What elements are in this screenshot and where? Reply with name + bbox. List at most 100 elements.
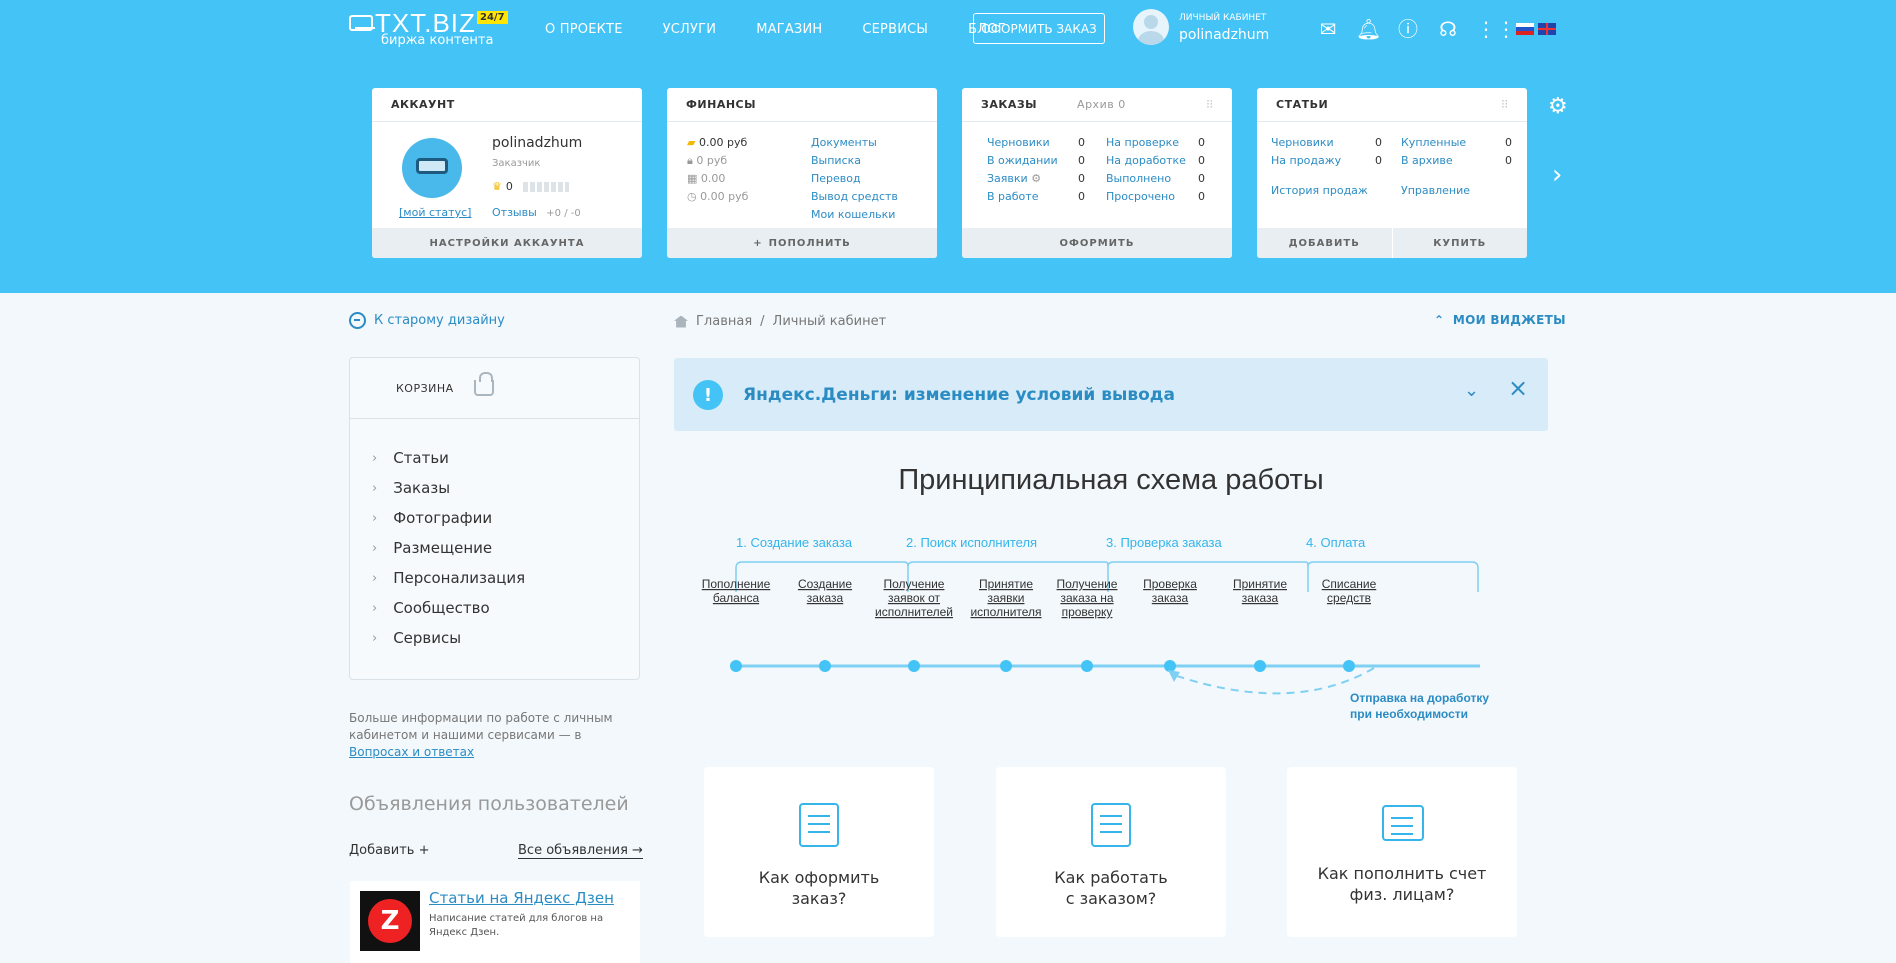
articles-for-sale[interactable]: На продажу: [1271, 152, 1341, 170]
timeline-dot: [1254, 660, 1266, 672]
flag-ru-icon[interactable]: [1516, 23, 1534, 35]
help-card-topup[interactable]: Как пополнить счет физ. лицам?: [1287, 767, 1517, 937]
top-up-button[interactable]: + ПОПОЛНИТЬ: [667, 228, 937, 258]
step-label[interactable]: Получение заявок от исполнителей: [875, 577, 953, 619]
statement-link[interactable]: Выписка: [811, 152, 898, 170]
sales-history-link[interactable]: История продаж: [1271, 184, 1368, 197]
create-order-button[interactable]: ОФОРМИТЬ: [962, 228, 1232, 258]
help-card-order[interactable]: Как оформить заказ?: [704, 767, 934, 937]
timeline-dot: [1081, 660, 1093, 672]
orders-done[interactable]: Выполнено: [1106, 170, 1186, 188]
logo[interactable]: TXT.BIZ 24/7 биржа контента: [349, 8, 509, 50]
step-label[interactable]: Создание заказа: [798, 577, 852, 605]
step-label[interactable]: Принятие заявки исполнителя: [970, 577, 1041, 619]
withdraw-link[interactable]: Вывод средств: [811, 188, 898, 206]
card-header: ЗАКАЗЫ Архив 0 ⫶⫶: [962, 88, 1232, 122]
articles-right: Купленные В архиве: [1401, 134, 1466, 170]
step-label[interactable]: Принятие заказа: [1233, 577, 1287, 605]
sidebar-item-placement[interactable]: › Размещение: [350, 533, 639, 563]
close-icon[interactable]: ×: [1508, 374, 1528, 402]
help-card-work[interactable]: Как работать с заказом?: [996, 767, 1226, 937]
nav-services[interactable]: УСЛУГИ: [663, 22, 717, 37]
manage-link[interactable]: Управление: [1401, 184, 1470, 197]
articles-card: СТАТЬИ ⫶⫶ Черновики На продажу 0 0 Купле…: [1257, 88, 1527, 258]
all-ads-link[interactable]: Все объявления →: [518, 843, 643, 859]
lock-icon: 🔒︎: [687, 154, 693, 167]
my-widgets-toggle[interactable]: ⌃ МОИ ВИДЖЕТЫ: [1434, 313, 1566, 327]
flag-en-icon[interactable]: [1538, 23, 1556, 35]
old-design-link[interactable]: К старому дизайну: [349, 312, 505, 329]
sidebar-menu: КОРЗИНА › Статьи › Заказы › Фотографии › Раз…: [349, 357, 640, 680]
my-status-link[interactable]: [мой статус]: [399, 206, 471, 219]
workflow-schema: 1. Создание заказа 2. Поиск исполнителя …: [702, 535, 1490, 721]
transfer-link[interactable]: Перевод: [811, 170, 898, 188]
step-label[interactable]: Получение заказа на проверку: [1057, 577, 1118, 619]
orders-in-work[interactable]: В работе: [987, 188, 1058, 206]
help-icon[interactable]: ⓘ: [1396, 18, 1420, 40]
logo-tagline: биржа контента: [381, 33, 494, 48]
mail-icon[interactable]: ✉: [1316, 18, 1340, 40]
wallets-link[interactable]: Мои кошельки: [811, 206, 898, 224]
sidebar-item-articles[interactable]: › Статьи: [350, 443, 639, 473]
sliders-icon[interactable]: ⫶⫶: [1502, 98, 1509, 112]
nav-about[interactable]: О ПРОЕКТЕ: [545, 22, 623, 37]
balance-list: ▰ 0.00 руб 🔒︎ 0 руб ▦ 0.00 ◷ 0.00 руб: [687, 136, 749, 203]
widget-settings-gear-icon[interactable]: ⚙: [1548, 96, 1568, 118]
articles-bought[interactable]: Купленные: [1401, 134, 1466, 152]
headset-icon[interactable]: ☊: [1436, 18, 1460, 40]
add-ad-link[interactable]: Добавить +: [349, 843, 429, 858]
articles-drafts[interactable]: Черновики: [1271, 134, 1341, 152]
orders-right: На проверке На доработке Выполнено Проср…: [1106, 134, 1186, 206]
return-note: при необходимости: [1350, 707, 1468, 721]
orders-drafts[interactable]: Черновики: [987, 134, 1058, 152]
user-menu[interactable]: ЛИЧНЫЙ КАБИНЕТ polinadzhum: [1133, 9, 1313, 49]
orders-archive-link[interactable]: Архив 0: [1077, 98, 1126, 111]
articles-archive[interactable]: В архиве: [1401, 152, 1466, 170]
sidebar-item-orders[interactable]: › Заказы: [350, 473, 639, 503]
orders-revision[interactable]: На доработке: [1106, 152, 1186, 170]
sidebar-item-services[interactable]: › Сервисы: [350, 623, 639, 653]
chevron-right-icon: ›: [372, 570, 378, 586]
step-label[interactable]: Пополнение баланса: [702, 577, 771, 605]
account-settings-button[interactable]: НАСТРОЙКИ АККАУНТА: [372, 228, 642, 258]
sidebar-item-personalization[interactable]: › Персонализация: [350, 563, 639, 593]
reviews[interactable]: Отзывы +0 / -0: [492, 206, 581, 219]
place-order-button[interactable]: ОФОРМИТЬ ЗАКАЗ: [973, 13, 1105, 44]
stage-label: 2. Поиск исполнителя: [906, 535, 1037, 550]
apps-grid-icon[interactable]: ⋮⋮: [1476, 18, 1516, 40]
nav-shop[interactable]: МАГАЗИН: [756, 22, 822, 37]
breadcrumb-home[interactable]: Главная: [696, 314, 752, 329]
notice-title[interactable]: Яндекс.Деньги: изменение условий вывода: [743, 385, 1175, 405]
orders-overdue[interactable]: Просрочено: [1106, 188, 1186, 206]
card-title: СТАТЬИ: [1276, 98, 1329, 111]
nav-tools[interactable]: СЕРВИСЫ: [862, 22, 928, 37]
chevron-down-icon[interactable]: ⌄: [1464, 380, 1479, 401]
step-label[interactable]: Проверка заказа: [1143, 577, 1197, 605]
faq-link[interactable]: Вопросах и ответах: [349, 745, 474, 759]
orders-left: Черновики В ожидании Заявки ⚙ В работе: [987, 134, 1058, 206]
ad-title-link[interactable]: Статьи на Яндекс Дзен: [429, 889, 614, 907]
add-article-button[interactable]: ДОБАВИТЬ: [1257, 228, 1392, 258]
sidebar-item-photos[interactable]: › Фотографии: [350, 503, 639, 533]
ad-item: Z Статьи на Яндекс Дзен Написание статей…: [350, 881, 640, 963]
bell-icon[interactable]: 🔔︎: [1356, 18, 1381, 40]
finance-links: Документы Выписка Перевод Вывод средств …: [811, 134, 898, 224]
stage-label: 1. Создание заказа: [736, 535, 853, 550]
articles-footer: ДОБАВИТЬ КУПИТЬ: [1257, 228, 1527, 258]
home-icon[interactable]: [674, 315, 688, 328]
timeline-dot: [730, 660, 742, 672]
orders-waiting[interactable]: В ожидании: [987, 152, 1058, 170]
timeline-dot: [908, 660, 920, 672]
next-widgets-chevron-right-icon[interactable]: ›: [1552, 160, 1562, 190]
cart-link[interactable]: КОРЗИНА: [350, 358, 639, 419]
orders-review[interactable]: На проверке: [1106, 134, 1186, 152]
user-caption: ЛИЧНЫЙ КАБИНЕТ: [1179, 13, 1267, 23]
sliders-icon[interactable]: ⫶⫶: [1207, 98, 1214, 112]
stage-label: 3. Проверка заказа: [1106, 535, 1223, 550]
gift-icon: ▦: [687, 172, 698, 185]
step-label[interactable]: Списание средств: [1322, 577, 1377, 605]
buy-article-button[interactable]: КУПИТЬ: [1391, 228, 1528, 258]
sidebar-item-community[interactable]: › Сообщество: [350, 593, 639, 623]
documents-link[interactable]: Документы: [811, 134, 898, 152]
orders-bids[interactable]: Заявки ⚙: [987, 170, 1058, 188]
